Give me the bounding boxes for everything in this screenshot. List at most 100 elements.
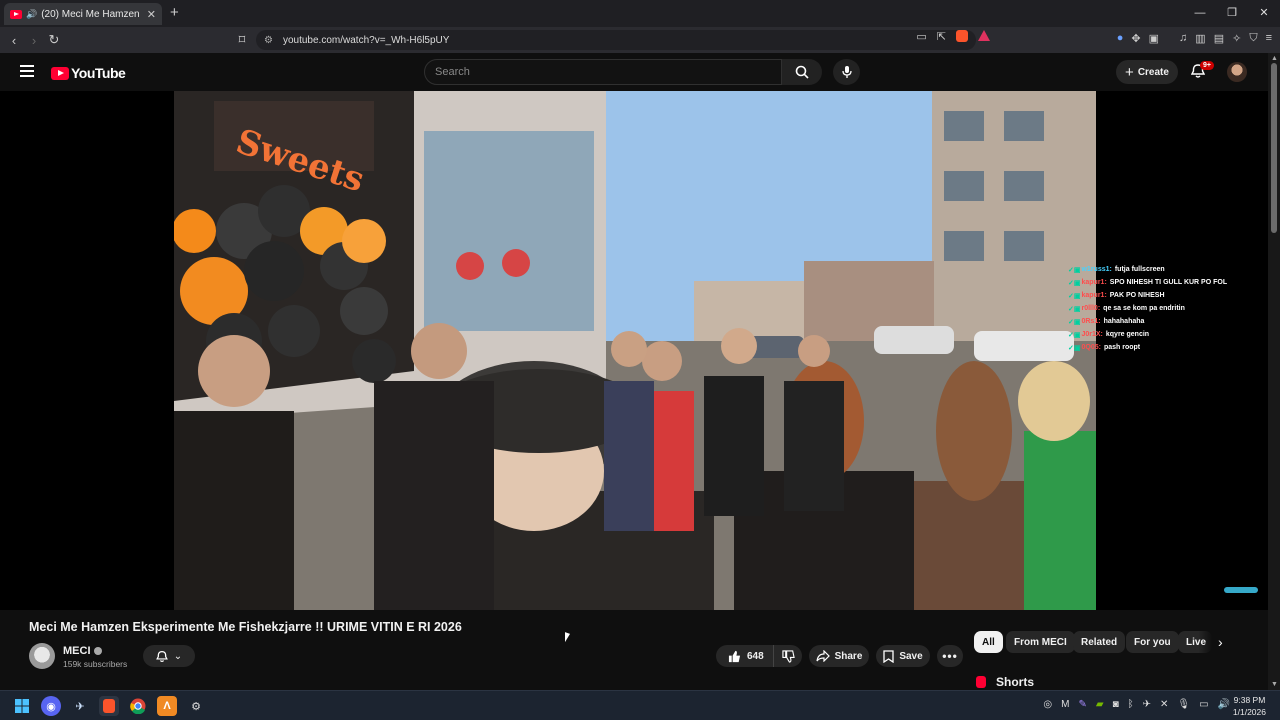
like-button[interactable]: 648 (716, 645, 774, 667)
chip-for-you[interactable]: For you (1126, 631, 1179, 653)
forward-icon[interactable]: › (24, 33, 44, 48)
speaker-icon[interactable]: 🔊 (26, 9, 37, 20)
tray-discord-icon[interactable]: ◙ (1113, 699, 1119, 710)
vpn-shield-icon[interactable]: ⛉ (1249, 32, 1257, 45)
windows-start-icon[interactable] (12, 696, 32, 716)
hamburger-menu-icon[interactable] (20, 65, 34, 77)
tray-tool-icon[interactable]: ✕ (1160, 699, 1168, 710)
more-actions-button[interactable]: ••• (937, 645, 963, 667)
save-button[interactable]: Save (876, 645, 930, 667)
extensions-area: ● ✥ ▣ ♫ ▥ ▤ ✧ ⛉ ≡ (1117, 32, 1272, 45)
thumbs-up-icon (728, 650, 741, 662)
create-label: Create (1137, 66, 1169, 78)
site-info-icon[interactable]: ⚙ (264, 35, 273, 46)
close-window-button[interactable]: ✕ (1248, 0, 1280, 27)
share-page-icon[interactable]: ⇱ (937, 30, 946, 43)
youtube-logo[interactable]: YouTube (51, 65, 126, 81)
channel-name[interactable]: MECI (63, 645, 102, 657)
brave-browser-icon[interactable] (99, 696, 119, 716)
search-button[interactable] (782, 59, 822, 85)
channel-avatar[interactable] (29, 643, 55, 669)
chat-badge-icon: ✓▣ (1068, 331, 1081, 339)
app-orange-icon[interactable]: Λ (157, 696, 177, 716)
subscribe-watermark[interactable] (1224, 587, 1258, 593)
app-settings-icon[interactable]: ⚙ (186, 696, 206, 716)
chat-message: ✓▣ r0lll0: qe sa se kom pa endritin (1068, 302, 1227, 315)
chip-live[interactable]: Live (1178, 631, 1212, 653)
browser-tab[interactable]: 🔊 (20) Meci Me Hamzen Ekspe ✕ (4, 3, 162, 25)
mouse-cursor-icon (565, 632, 570, 644)
browser-tab-bar: 🔊 (20) Meci Me Hamzen Ekspe ✕ + — ❐ ✕ (0, 0, 1280, 27)
leo-ai-icon[interactable]: ✧ (1232, 32, 1241, 45)
tray-steam-icon[interactable]: ✈ (1143, 699, 1151, 710)
chrome-icon[interactable] (128, 696, 148, 716)
verified-icon (93, 647, 102, 656)
new-tab-button[interactable]: + (170, 4, 179, 21)
page-scrollbar[interactable]: ▲ ▼ (1268, 53, 1280, 690)
tray-gmail-icon[interactable]: M (1061, 699, 1069, 710)
dislike-button[interactable] (774, 649, 802, 663)
restore-button[interactable]: ❐ (1216, 0, 1248, 27)
youtube-play-icon (51, 66, 69, 80)
chat-message: ✓▣ J0r1X: kqyre gencin (1068, 328, 1227, 341)
taskbar-clock[interactable]: 9:38 PM 1/1/2026 (1233, 694, 1266, 718)
extensions-icon[interactable]: ✥ (1131, 32, 1140, 45)
vpn-icon[interactable]: ● (1117, 32, 1124, 45)
tab-title: (20) Meci Me Hamzen Ekspe (41, 8, 143, 20)
tray-app-icon[interactable]: ◎ (1043, 699, 1052, 710)
address-bar[interactable]: ⚙ youtube.com/watch?v=_Wh-H6l5pUY (256, 30, 976, 50)
back-icon[interactable]: ‹ (4, 33, 24, 48)
chip-related[interactable]: Related (1073, 631, 1126, 653)
scroll-up-icon[interactable]: ▲ (1271, 55, 1278, 62)
youtube-favicon-icon (10, 9, 22, 19)
wallet-icon[interactable]: ▤ (1214, 32, 1224, 45)
chat-text: qe sa se kom pa endritin (1103, 305, 1185, 312)
bookmark-icon[interactable]: ⌑ (232, 32, 252, 48)
menu-icon[interactable]: ≡ (1266, 32, 1272, 45)
reload-icon[interactable]: ↻ (44, 32, 64, 48)
brave-rewards-icon[interactable] (978, 30, 990, 41)
create-button[interactable]: + Create (1116, 60, 1178, 84)
chat-username: 0Rs1: (1081, 318, 1101, 325)
shorts-label: Shorts (996, 675, 1035, 689)
chat-overlay: ✓▣ w1russ1: futja fullscreen ✓▣ kapur1: SPO N… (1068, 263, 1227, 354)
music-icon[interactable]: ♫ (1179, 32, 1187, 45)
search-input[interactable]: Search (424, 59, 782, 85)
tray-display-icon[interactable]: ▭ (1199, 699, 1208, 710)
video-player[interactable]: Sweets ✓▣ w1russ1: futja fullscreen ✓▣ k… (0, 91, 1268, 610)
steam-icon[interactable]: ✈ (70, 696, 90, 716)
install-app-icon[interactable]: ▭ (916, 30, 926, 43)
chat-badge-icon: ✓▣ (1068, 292, 1081, 300)
chat-message: ✓▣ 0Rs1: hahahahaha (1068, 315, 1227, 328)
scroll-down-icon[interactable]: ▼ (1271, 681, 1278, 688)
chat-badge-icon: ✓▣ (1068, 318, 1081, 326)
tray-pen-icon[interactable]: ✎ (1078, 699, 1086, 710)
tray-bluetooth-icon[interactable]: ᛒ (1128, 699, 1134, 710)
tray-volume-icon[interactable]: 🔊 (1218, 699, 1230, 710)
video-title: Meci Me Hamzen Eksperimente Me Fishekzja… (29, 620, 462, 634)
tray-nvidia-icon[interactable]: ▰ (1096, 699, 1104, 710)
minimize-button[interactable]: — (1184, 0, 1216, 27)
tray-mic-icon[interactable]: 🎙 (1177, 699, 1190, 710)
sidebar-icon[interactable]: ▥ (1195, 32, 1205, 45)
subscription-notifications-button[interactable]: ⌄ (143, 645, 195, 667)
share-button[interactable]: Share (809, 645, 869, 667)
scrollbar-thumb[interactable] (1271, 63, 1277, 233)
close-tab-icon[interactable]: ✕ (147, 8, 156, 21)
plus-icon: + (1125, 63, 1134, 81)
screenshot-icon[interactable]: ▣ (1149, 32, 1159, 45)
voice-search-button[interactable] (833, 59, 860, 85)
chip-from-meci[interactable]: From MECI (1006, 631, 1075, 653)
share-label: Share (834, 650, 863, 662)
shorts-section-header: Shorts (976, 675, 1034, 689)
brave-shields-icon[interactable] (956, 30, 968, 42)
chat-message: ✓▣ kapur1: PAK PO NIHESH (1068, 289, 1227, 302)
address-bar-actions: ▭ ⇱ (916, 30, 990, 43)
youtube-logo-text: YouTube (71, 65, 126, 81)
video-frame[interactable]: Sweets (174, 91, 1096, 610)
chevron-right-icon[interactable]: › (1218, 634, 1223, 650)
shorts-icon (976, 676, 986, 688)
discord-icon[interactable]: ◉ (41, 696, 61, 716)
account-avatar[interactable] (1227, 62, 1247, 82)
chip-all[interactable]: All (974, 631, 1003, 653)
